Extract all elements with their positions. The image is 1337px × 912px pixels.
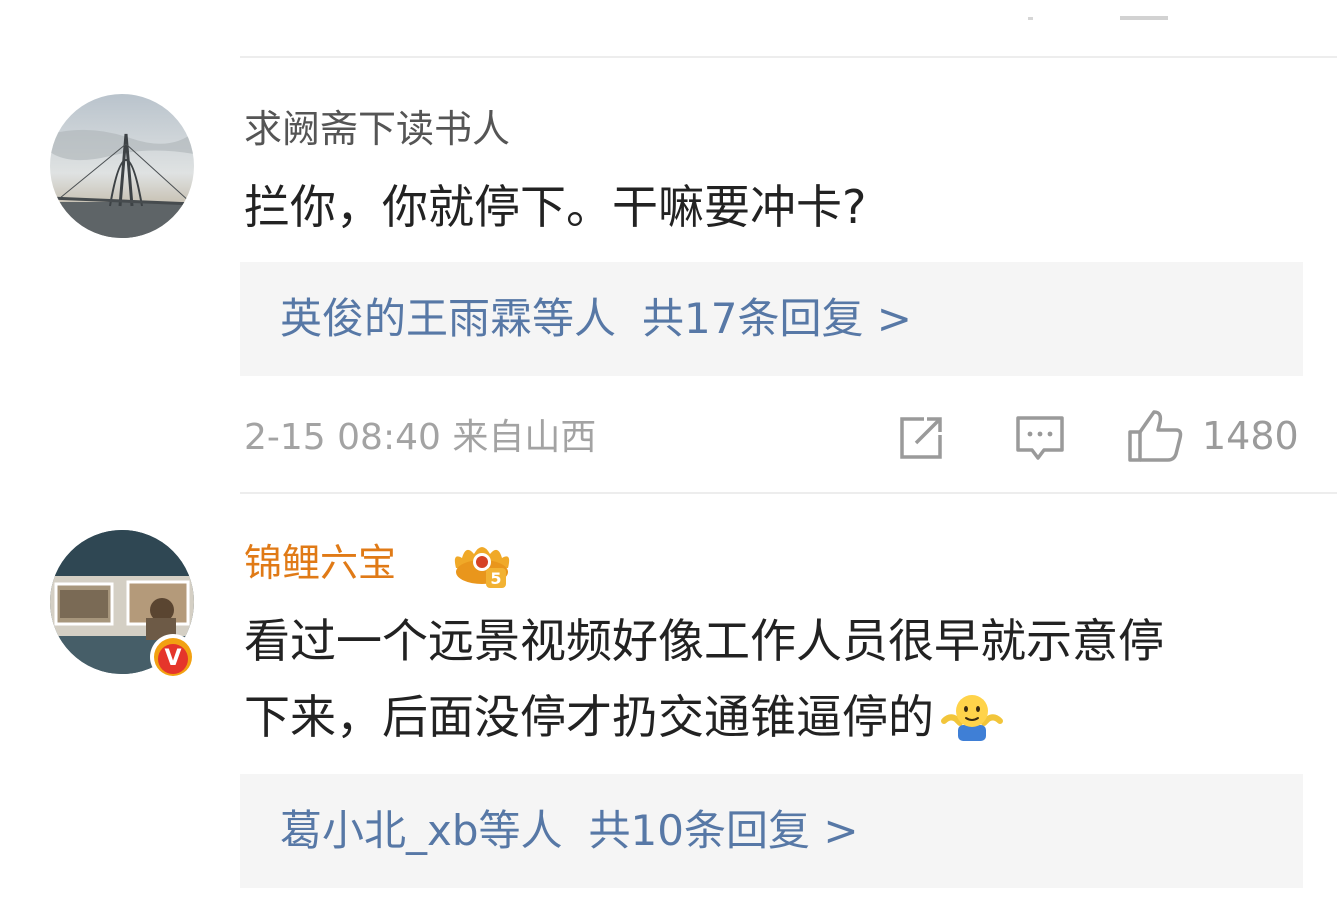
comment-button[interactable] (1014, 414, 1066, 468)
share-icon (900, 417, 942, 459)
like-icon (1128, 410, 1183, 462)
previous-comment-fragment (0, 0, 1337, 30)
comment-icon (1016, 416, 1064, 460)
reply-count-link[interactable]: 共17条回复 > (642, 294, 912, 343)
reply-names[interactable]: 葛小北_xb等人 (280, 806, 563, 855)
comment-text-line-1: 看过一个远景视频好像工作人员很早就示意停 (244, 614, 1164, 668)
orange-v-verified-icon: V (154, 638, 192, 676)
shrug-emoji-icon (941, 694, 1003, 741)
crown-level-5-icon: 5 (450, 538, 514, 592)
divider-top (240, 56, 1337, 58)
svg-text:5: 5 (490, 569, 501, 588)
reply-count-link[interactable]: 共10条回复 > (589, 806, 859, 855)
username[interactable]: 求阙斋下读书人 (244, 104, 510, 154)
replies-box[interactable]: 英俊的王雨霖等人 共17条回复 > (240, 262, 1303, 376)
replies-box[interactable]: 葛小北_xb等人 共10条回复 > (240, 774, 1303, 888)
username[interactable]: 锦鲤六宝 (244, 538, 396, 588)
share-button[interactable] (896, 414, 946, 466)
verified-badge: V (150, 634, 196, 680)
divider-middle (240, 492, 1337, 494)
comment-text: 拦你，你就停下。干嘛要冲卡? (244, 180, 867, 234)
comment-text-line-2: 下来，后面没停才扔交通锥逼停的 (244, 686, 1004, 748)
avatar[interactable] (50, 94, 194, 238)
reply-names[interactable]: 英俊的王雨霖等人 (280, 294, 616, 343)
like-count: 1480 (1202, 414, 1299, 458)
like-button[interactable] (1126, 408, 1184, 468)
avatar-bridge-photo (50, 94, 194, 238)
timestamp-location: 2-15 08:40 来自山西 (244, 417, 597, 458)
